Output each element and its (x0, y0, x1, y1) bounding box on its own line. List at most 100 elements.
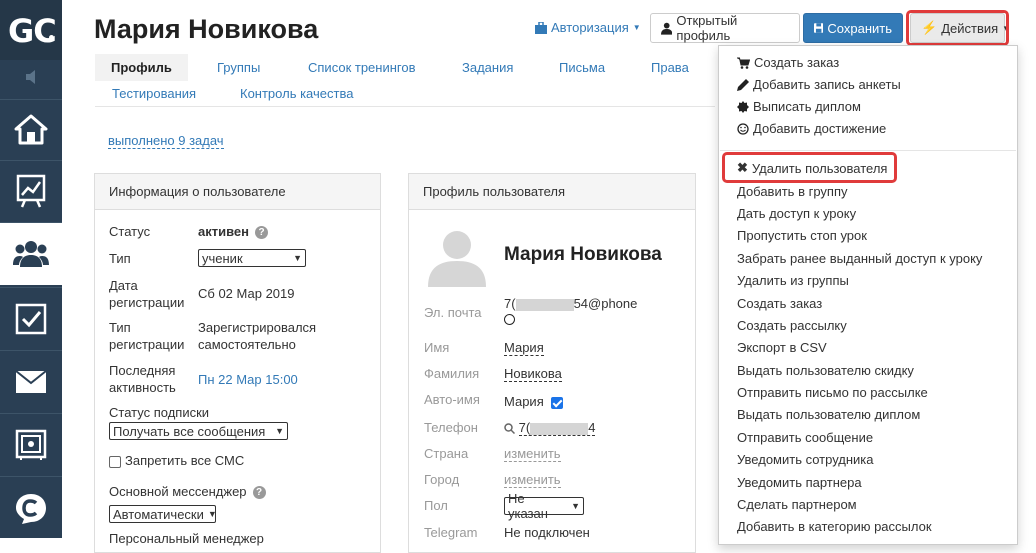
menu-item-add-form-record[interactable]: Добавить запись анкеты (737, 77, 901, 92)
save-label: Сохранить (827, 20, 892, 36)
menu-divider (720, 150, 1016, 151)
city-edit-link[interactable]: изменить (504, 472, 561, 488)
chevron-down-icon: ▼ (207, 509, 217, 519)
speaker-icon[interactable] (20, 66, 42, 88)
tab-testing[interactable]: Тестирования (112, 86, 196, 101)
menu-item-create-order[interactable]: Создать заказ (737, 296, 822, 311)
country-label: Страна (424, 446, 469, 461)
tab-letters[interactable]: Письма (559, 60, 605, 75)
email-value: 7(54@phone (504, 296, 638, 311)
sidebar-item-safe[interactable] (0, 414, 62, 476)
menu-item-create-mailing[interactable]: Создать рассылку (737, 318, 847, 333)
page-title: Мария Новикова (94, 14, 319, 44)
type-select[interactable]: ученик ▼ (198, 249, 306, 267)
gender-select[interactable]: Не указан ▼ (504, 491, 584, 521)
tab-groups[interactable]: Группы (217, 60, 260, 75)
sidebar-item-stats[interactable] (0, 160, 62, 222)
subscription-select[interactable]: Получать все сообщения ▼ (109, 422, 288, 440)
last-active-label: Последняя активность (109, 363, 176, 395)
redacted-block (530, 422, 589, 435)
menu-item-give-diploma[interactable]: Выдать пользователю диплом (737, 407, 920, 422)
chevron-down-icon: ▼ (571, 501, 580, 511)
menu-item-notify-employee[interactable]: Уведомить сотрудника (737, 452, 874, 467)
pencil-icon (737, 78, 749, 91)
tab-quality-control[interactable]: Контроль качества (240, 86, 353, 101)
sidebar-item-mail[interactable] (0, 351, 62, 413)
messenger-select[interactable]: Автоматически ▼ (109, 505, 217, 523)
chart-board-icon (16, 174, 46, 208)
sidebar-item-home[interactable] (0, 98, 62, 160)
actions-dropdown-menu: Создать заказ Добавить запись анкеты Вып… (718, 45, 1018, 545)
menu-item-add-to-group[interactable]: Добавить в группу (737, 184, 848, 199)
actions-highlight (906, 10, 1009, 46)
open-profile-label: Открытый профиль (676, 13, 738, 43)
first-name-value[interactable]: Мария (504, 340, 544, 356)
sidebar-item-chat[interactable] (0, 478, 62, 540)
menu-item-send-mailing-letter[interactable]: Отправить письмо по рассылке (737, 385, 928, 400)
autoname-value: Мария (504, 394, 567, 409)
city-label: Город (424, 472, 460, 487)
home-icon (14, 114, 48, 145)
sms-checkbox-row[interactable]: Запретить все СМС (109, 453, 244, 468)
manager-label: Персональный менеджер (109, 531, 264, 546)
phone-value[interactable]: 7(4 (504, 420, 596, 436)
help-icon[interactable]: ? (252, 486, 266, 500)
sidebar-item-tasks[interactable] (0, 288, 62, 350)
tab-assignments[interactable]: Задания (462, 60, 513, 75)
cart-icon (737, 57, 750, 69)
reg-date-label: Дата регистрации (109, 278, 185, 310)
tabs-divider (95, 106, 715, 107)
menu-item-issue-diploma[interactable]: Выписать диплом (737, 99, 861, 114)
gender-label: Пол (424, 498, 448, 513)
tab-profile[interactable]: Профиль (95, 54, 188, 81)
subscription-label: Статус подписки (109, 405, 210, 420)
menu-item-remove-from-group[interactable]: Удалить из группы (737, 273, 849, 288)
menu-item-notify-partner[interactable]: Уведомить партнера (737, 475, 862, 490)
type-label: Тип (109, 251, 131, 266)
first-name-label: Имя (424, 340, 450, 355)
autoname-checkbox[interactable] (551, 396, 564, 409)
sidebar: GC (0, 0, 62, 538)
chat-c-icon (16, 494, 46, 524)
status-value: активен? (198, 224, 268, 240)
last-name-value[interactable]: Новикова (504, 366, 562, 382)
logo[interactable]: GC (0, 0, 62, 60)
menu-item-give-discount[interactable]: Выдать пользователю скидку (737, 363, 914, 378)
tab-rights[interactable]: Права (651, 60, 689, 75)
floppy-icon (814, 23, 824, 33)
menu-item-revoke-lesson-access[interactable]: Забрать ранее выданный доступ к уроку (737, 251, 982, 266)
user-info-panel-title: Информация о пользователе (95, 174, 380, 210)
certificate-icon (737, 100, 749, 113)
profile-name: Мария Новикова (504, 244, 662, 265)
save-button[interactable]: Сохранить (803, 13, 903, 43)
checkbox-icon (15, 303, 47, 335)
menu-item-make-partner[interactable]: Сделать партнером (737, 497, 857, 512)
open-profile-button[interactable]: Открытый профиль (650, 13, 800, 43)
caret-down-icon: ▼ (632, 23, 641, 32)
menu-item-send-message[interactable]: Отправить сообщение (737, 430, 873, 445)
country-edit-link[interactable]: изменить (504, 446, 561, 462)
menu-item-export-csv[interactable]: Экспорт в CSV (737, 340, 827, 355)
menu-item-skip-stop-lesson[interactable]: Пропустить стоп урок (737, 228, 867, 243)
user-profile-panel-title: Профиль пользователя (409, 174, 695, 210)
last-name-label: Фамилия (424, 366, 480, 381)
menu-item-add-mailing-category[interactable]: Добавить в категорию рассылок (737, 519, 932, 534)
email-status-icon (504, 314, 515, 325)
menu-item-create-order-top[interactable]: Создать заказ (737, 55, 839, 70)
search-icon (504, 423, 516, 435)
reg-date-value: Сб 02 Мар 2019 (198, 286, 295, 301)
menu-item-grant-lesson-access[interactable]: Дать доступ к уроку (737, 206, 856, 221)
redacted-block (515, 298, 574, 311)
authorization-link[interactable]: Авторизация ▼ (535, 20, 641, 35)
tasks-done-link[interactable]: выполнено 9 задач (108, 133, 224, 149)
sms-checkbox[interactable] (109, 455, 121, 468)
avatar[interactable] (424, 225, 490, 287)
reg-type-value: Зарегистрировался самостоятельно (198, 320, 317, 352)
last-active-value[interactable]: Пн 22 Мар 15:00 (198, 372, 298, 387)
menu-item-add-achievement[interactable]: Добавить достижение (737, 121, 886, 136)
sidebar-item-users[interactable] (0, 223, 62, 285)
chevron-down-icon: ▼ (275, 426, 284, 436)
tab-trainings[interactable]: Список тренингов (308, 60, 416, 75)
messenger-label: Основной мессенджер? (109, 484, 266, 500)
help-icon[interactable]: ? (255, 226, 268, 240)
